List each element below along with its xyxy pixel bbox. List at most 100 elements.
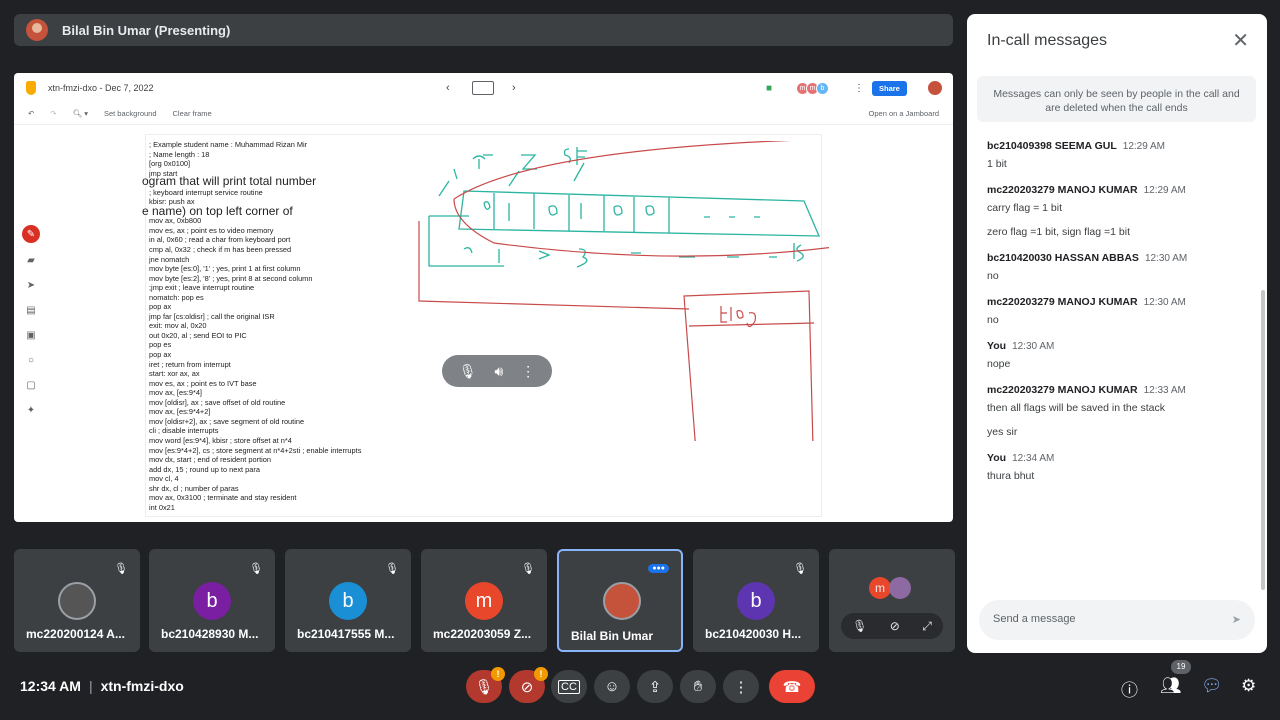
speaking-icon: ●●● [648,564,669,573]
code-line: nomatch: pop es [149,292,204,302]
message-text: then all flags will be saved in the stac… [987,402,1166,414]
participant-tile[interactable]: Bilal Bin Umar ●●● [557,549,683,652]
code-line: mov [oldisr+2], ax ; save segment of old… [149,416,305,426]
more-vert-icon[interactable]: ⋮ [521,363,535,380]
clear-frame-button[interactable]: Clear frame [173,109,212,118]
code-line: mov [oldisr], ax ; save offset of old ro… [149,397,286,407]
code-line: int 0x21 [149,502,175,512]
select-icon[interactable]: ➤ [23,277,39,293]
send-icon[interactable]: ➤ [1232,613,1241,627]
code-line: mov byte [es:2], '8' ; yes, print 8 at s… [149,273,313,283]
message-sender: bc210409398 SEEMA GUL [987,140,1117,152]
presenter-label: Bilal Bin Umar (Presenting) [62,22,231,38]
shared-screen: xtn-fmzi-dxo - Dec 7, 2022 ‹ › ■ mmb ⋮ S… [14,73,953,522]
camera-button[interactable]: ⊘! [509,667,548,703]
reactions-button[interactable]: ☺ [594,670,630,703]
participant-tile[interactable]: b bc210428930 M... 🎙︎ [149,549,275,652]
message-time: 12:34 AM [1012,453,1055,464]
expand-icon[interactable]: ⤢ [922,619,932,634]
open-jamboard-button[interactable]: Open on a Jamboard [869,109,939,118]
code-line: mov [es:9*4+2], cs ; store segment at n*… [149,445,362,455]
messages-notice: Messages can only be seen by people in t… [977,76,1256,122]
code-line: add dx, 15 ; round up to next para [149,464,260,474]
participant-tile[interactable]: b bc210417555 M... 🎙︎ [285,549,411,652]
presenter-controls: 🎙︎ 🔊︎ ⋮ [442,355,552,387]
image-icon[interactable]: ▣ [23,327,39,343]
participant-tile[interactable]: m mc220203059 Z... 🎙︎ [421,549,547,652]
code-line: cmp al, 0x32 ; check if m has been press… [149,245,292,255]
people-icon[interactable]: 👥︎ [1160,676,1182,696]
message-sender: bc210420030 HASSAN ABBAS [987,252,1139,264]
participant-tile[interactable]: b bc210420030 H... 🎙︎ [693,549,819,652]
close-icon[interactable]: ✕ [1232,28,1249,53]
captions-button[interactable]: CC [551,670,587,703]
volume-icon[interactable]: 🔊︎ [494,363,503,380]
message-text: yes sir [987,426,1018,438]
sticky-note-icon[interactable]: ▤ [23,302,39,318]
message-list[interactable]: bc210409398 SEEMA GUL 12:29 AM 1 bit mc2202… [987,140,1247,496]
info-icon[interactable]: ⓘ [1121,676,1138,701]
people-count: 19 [1171,660,1191,674]
jamboard-side-tools: ✎ ▰ ➤ ▤ ▣ ○ ▢ ✦ [20,225,42,418]
set-background-button[interactable]: Set background [104,109,157,118]
meet-icon[interactable]: ■ [766,83,772,94]
participant-tile[interactable]: mc220200124 A... 🎙︎ [14,549,140,652]
scrollbar[interactable] [1261,290,1265,590]
message-sender: mc220203279 MANOJ KUMAR [987,384,1138,396]
undo-icon[interactable]: ↶ [28,109,34,118]
mic-off-icon[interactable]: 🎙︎ [459,363,477,380]
prev-frame-icon[interactable]: ‹ [446,82,450,94]
code-line: iret ; return from interrupt [149,359,231,369]
present-button[interactable]: ⇪ [637,670,673,703]
message-time: 12:33 AM [1143,385,1186,396]
message-header: bc210409398 SEEMA GUL 12:29 AM [987,140,1247,152]
warning-badge: ! [491,667,505,681]
message-time: 12:30 AM [1012,341,1055,352]
message-time: 12:30 AM [1144,253,1188,264]
zoom-icon[interactable]: 🔍︎ ▾ [73,109,88,118]
mic-off-icon[interactable]: 🎙︎ [852,619,867,633]
hang-up-icon: ☎︎ [782,678,802,696]
eraser-icon[interactable]: ▰ [23,252,39,268]
avatar: b [816,81,829,95]
activities-icon[interactable]: ⚙︎ [1241,676,1256,696]
code-line: shr dx, cl ; number of paras [149,483,239,493]
code-line: pop ax [149,302,172,312]
laser-icon[interactable]: ✦ [23,402,39,418]
chat-icon[interactable]: 💬︎ [1201,676,1223,696]
message-composer[interactable]: Send a message ➤ [979,600,1255,640]
mic-off-icon: 🎙︎ [474,678,494,696]
camera-off-icon[interactable]: ⊘ [890,619,900,633]
frame-bar-icon[interactable] [472,81,494,95]
code-line: jmp far [cs:oldisr] ; call the original … [149,311,275,321]
code-line: mov es, ax ; point es to IVT base [149,378,257,388]
leave-call-button[interactable]: ☎︎ [769,670,815,703]
message-group: bc210420030 HASSAN ABBAS 12:30 AM no [987,252,1247,282]
more-options-button[interactable]: ⋮ [723,670,759,703]
message-header: You 12:30 AM [987,340,1247,352]
textbox-icon[interactable]: ▢ [23,377,39,393]
message-group: mc220203279 MANOJ KUMAR 12:33 AM then all … [987,384,1247,438]
circle-icon[interactable]: ○ [23,352,39,368]
account-avatar[interactable] [928,81,942,95]
avatar: b [329,582,367,620]
raise-hand-button[interactable]: ✋︎ [680,670,716,703]
pen-icon[interactable]: ✎ [22,225,40,243]
participant-name: mc220200124 A... [26,627,125,641]
presenter-bar: Bilal Bin Umar (Presenting) [14,14,953,46]
message-group: bc210409398 SEEMA GUL 12:29 AM 1 bit [987,140,1247,170]
share-button[interactable]: Share [872,80,907,96]
message-input[interactable]: Send a message [993,613,1076,627]
meeting-code: xtn-fmzi-dxo [100,678,184,694]
code-sticky: ; Example student name : Muhammad Rizan … [149,140,409,512]
redo-icon[interactable]: ↷ [50,109,56,118]
message-sender: mc220203279 MANOJ KUMAR [987,184,1138,196]
jamboard-title[interactable]: xtn-fmzi-dxo - Dec 7, 2022 [48,83,154,93]
participant-name: Bilal Bin Umar [571,629,654,643]
next-frame-icon[interactable]: › [512,82,516,94]
present-icon: ⇪ [648,678,662,696]
mic-button[interactable]: 🎙︎! [466,667,505,703]
more-vert-icon[interactable]: ⋮ [854,83,864,94]
participant-tile-overflow[interactable]: m 🎙︎ ⊘ ⤢ [829,549,955,652]
message-sender: mc220203279 MANOJ KUMAR [987,296,1138,308]
